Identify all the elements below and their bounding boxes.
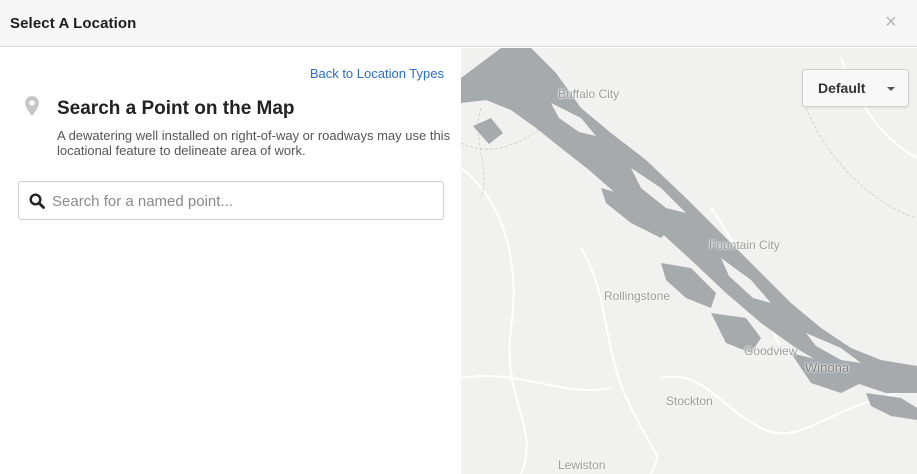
- search-box: [18, 181, 444, 220]
- dialog-header: Select A Location ×: [0, 0, 917, 47]
- map-style-dropdown[interactable]: Default: [802, 69, 909, 107]
- place-label-winona: Winona: [805, 360, 850, 375]
- panel-description: A dewatering well installed on right-of-…: [57, 128, 451, 158]
- map-view[interactable]: Buffalo City Fountain City Rollingstone …: [461, 48, 917, 474]
- place-label-stockton: Stockton: [666, 394, 713, 408]
- map-canvas[interactable]: [461, 48, 917, 474]
- map-style-label: Default: [818, 80, 866, 96]
- place-label-rollingstone: Rollingstone: [604, 289, 671, 303]
- place-label-lewiston: Lewiston: [558, 458, 606, 472]
- caret-down-icon: [887, 87, 895, 91]
- place-label-buffalo-city: Buffalo City: [558, 87, 620, 101]
- panel-title: Search a Point on the Map: [57, 98, 295, 119]
- dialog-title: Select A Location: [10, 15, 137, 32]
- location-search-panel: Back to Location Types Search a Point on…: [0, 48, 460, 474]
- back-to-location-types-link[interactable]: Back to Location Types: [310, 66, 444, 81]
- map-pin-icon: [25, 96, 39, 116]
- search-input[interactable]: [52, 190, 432, 212]
- search-icon: [29, 193, 45, 209]
- place-label-goodview: Goodview: [744, 344, 798, 358]
- close-icon[interactable]: ×: [881, 11, 901, 33]
- place-label-fountain-city: Fountain City: [709, 238, 780, 252]
